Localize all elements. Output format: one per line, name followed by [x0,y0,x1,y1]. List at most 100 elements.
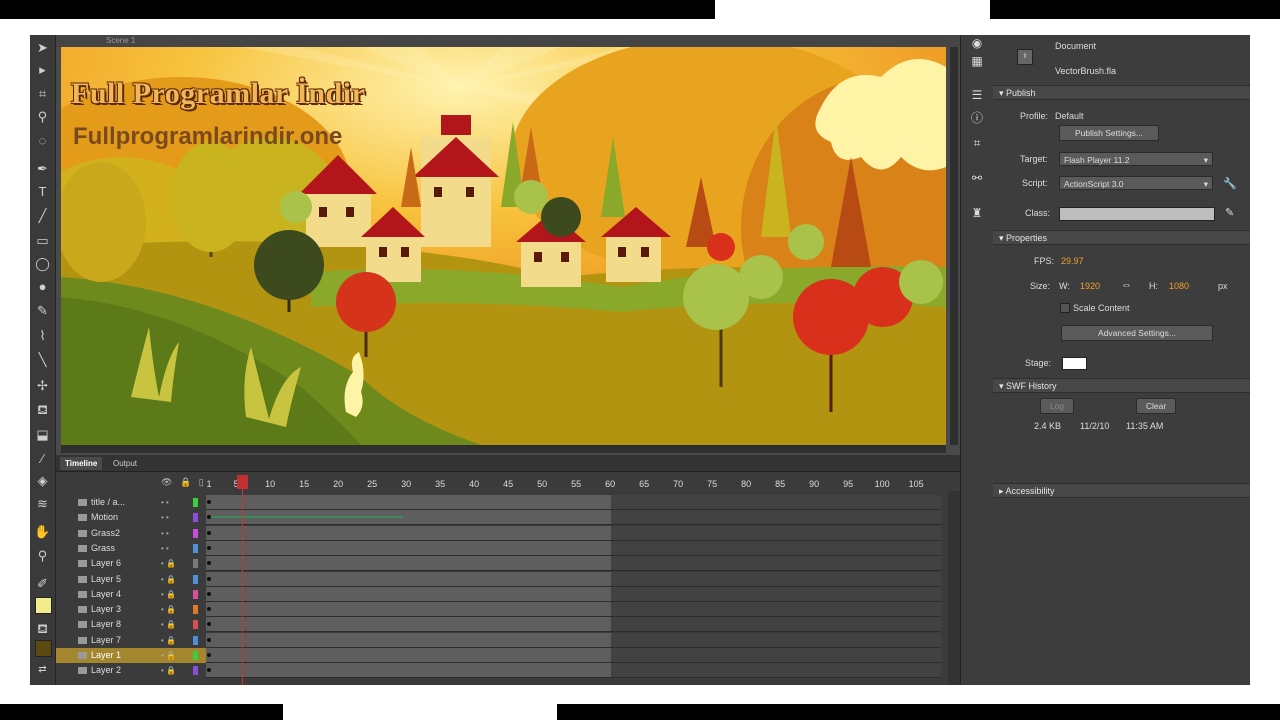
subselection-tool-icon[interactable]: ▸ [34,61,51,78]
deco-tool-icon[interactable]: ╲ [34,351,51,368]
layer-outline-color[interactable] [193,498,198,507]
link-icon[interactable]: ⇔ [1121,279,1132,291]
layer-outline-color[interactable] [193,574,198,584]
layer-row[interactable]: Layer 8 • 🔒 [56,617,206,632]
clear-button[interactable]: Clear [1136,398,1176,414]
align-panel-icon[interactable]: ☰ [969,87,985,103]
lasso-icon[interactable]: ◌ [34,132,51,149]
layer-name[interactable]: Layer 8 [91,617,121,632]
layer-name[interactable]: Motion [91,510,118,525]
layer-visibility-lock-toggles[interactable]: • • [161,541,169,556]
frame-row[interactable] [206,648,941,663]
advanced-settings-button[interactable]: Advanced Settings... [1061,325,1213,341]
frame-row[interactable] [206,510,941,526]
layer-visibility-lock-toggles[interactable]: • 🔒 [161,648,176,663]
free-transform-icon[interactable]: ⌗ [34,85,51,102]
frame-row[interactable] [206,586,941,602]
layer-row[interactable]: Layer 3 • 🔒 [56,602,206,617]
layer-row[interactable]: Motion • • [56,510,206,525]
keyframe-marker[interactable] [207,530,211,535]
frame-row[interactable] [206,663,941,679]
layer-outline-color[interactable] [193,666,198,676]
motion-tween-span[interactable] [209,516,403,519]
tab-output[interactable]: Output [108,457,142,470]
layer-visibility-lock-toggles[interactable]: • 🔒 [161,556,176,571]
frame-row[interactable] [206,556,941,572]
fps-value[interactable]: 29.97 [1061,256,1084,266]
scale-content-checkbox[interactable] [1060,303,1070,313]
layer-name[interactable]: Layer 6 [91,556,121,571]
keyframe-marker[interactable] [207,637,211,642]
components-panel-icon[interactable]: ⚯ [969,170,985,186]
frame-row[interactable] [206,617,941,633]
swap-colors-icon[interactable]: ⇄ [34,661,51,678]
layer-visibility-lock-toggles[interactable]: • 🔒 [161,587,176,602]
transform-panel-icon[interactable]: ⌗ [969,135,985,151]
layer-name[interactable]: Layer 4 [91,587,121,602]
swatches-panel-icon[interactable]: ▦ [969,53,985,69]
layer-visibility-lock-toggles[interactable]: • • [161,495,169,510]
publish-section-header[interactable]: ▾ Publish [993,85,1250,100]
paint-bucket-icon[interactable]: ⛾ [34,401,51,418]
layer-visibility-lock-toggles[interactable]: • 🔒 [161,617,176,632]
eraser-icon[interactable]: ◈ [34,472,51,489]
lock-all-icon[interactable]: 🔒 [180,477,191,487]
accessibility-section-header[interactable]: ▸ Accessibility [993,483,1250,498]
frame-row[interactable] [206,525,941,541]
hand-tool-icon[interactable]: ✋ [34,523,51,540]
outline-icon[interactable]: ▯ [199,477,204,487]
width-tool-icon[interactable]: ≋ [34,495,51,512]
class-input[interactable] [1059,207,1215,221]
script-dropdown[interactable]: ActionScript 3.0 ▾ [1059,176,1213,190]
layer-visibility-lock-toggles[interactable]: • 🔒 [161,572,176,587]
show-hide-icon[interactable]: 👁 [161,477,172,487]
layer-name[interactable]: Layer 5 [91,572,121,587]
layer-visibility-lock-toggles[interactable]: • • [161,510,169,525]
3d-rotation-icon[interactable]: ⚲ [34,108,51,125]
layer-name[interactable]: Layer 7 [91,633,121,648]
frame-grid[interactable] [206,495,941,685]
stage-vertical-scrollbar[interactable] [950,47,958,445]
layer-row[interactable]: Layer 5 • 🔒 [56,572,206,587]
zoom-tool-icon[interactable]: ⚲ [34,547,51,564]
frame-row[interactable] [206,571,941,587]
line-tool-icon[interactable]: ╱ [34,207,51,224]
properties-section-header[interactable]: ▾ Properties [993,230,1250,245]
layer-name[interactable]: Layer 3 [91,602,121,617]
rectangle-tool-icon[interactable]: ▭ [34,232,51,249]
log-button[interactable]: Log [1040,398,1074,414]
width-value[interactable]: 1920 [1080,281,1100,291]
stroke-color-swatch[interactable] [35,597,52,614]
tab-timeline[interactable]: Timeline [60,457,103,470]
pencil-icon[interactable]: ✎ [1225,206,1234,219]
color-panel-icon[interactable]: ◉ [969,35,985,51]
keyframe-marker[interactable] [207,500,211,504]
scene-label[interactable]: Scene 1 [106,36,135,45]
keyframe-marker[interactable] [207,607,211,612]
layer-row[interactable]: Layer 7 • 🔒 [56,633,206,648]
layer-row[interactable]: title / a... • • [56,495,206,510]
selection-tool-icon[interactable]: ➤ [34,39,51,56]
layer-visibility-lock-toggles[interactable]: • 🔒 [161,602,176,617]
frame-row[interactable] [206,632,941,648]
layer-outline-color[interactable] [193,513,198,523]
layer-outline-color[interactable] [193,635,198,645]
layer-row[interactable]: Layer 2 • 🔒 [56,663,206,678]
layer-row[interactable]: Layer 6 • 🔒 [56,556,206,571]
layer-outline-color[interactable] [193,559,198,569]
pen-tool-icon[interactable]: ✒ [34,160,51,177]
layer-visibility-lock-toggles[interactable]: • 🔒 [161,663,176,678]
fill-color-icon[interactable]: ⛾ [34,620,51,637]
keyframe-marker[interactable] [207,622,211,627]
info-panel-icon[interactable]: ⓘ [969,110,985,126]
frame-row[interactable] [206,602,941,618]
layer-visibility-lock-toggles[interactable]: • 🔒 [161,633,176,648]
stroke-color-icon[interactable]: ✐ [34,575,51,592]
height-value[interactable]: 1080 [1169,281,1189,291]
pencil-tool-icon[interactable]: ✎ [34,302,51,319]
target-dropdown[interactable]: Flash Player 11.2 ▾ [1059,152,1213,166]
swf-history-section-header[interactable]: ▾ SWF History [993,378,1250,393]
publish-settings-button[interactable]: Publish Settings... [1059,125,1159,141]
layer-name[interactable]: Layer 1 [91,648,121,663]
layer-name[interactable]: title / a... [91,495,125,510]
